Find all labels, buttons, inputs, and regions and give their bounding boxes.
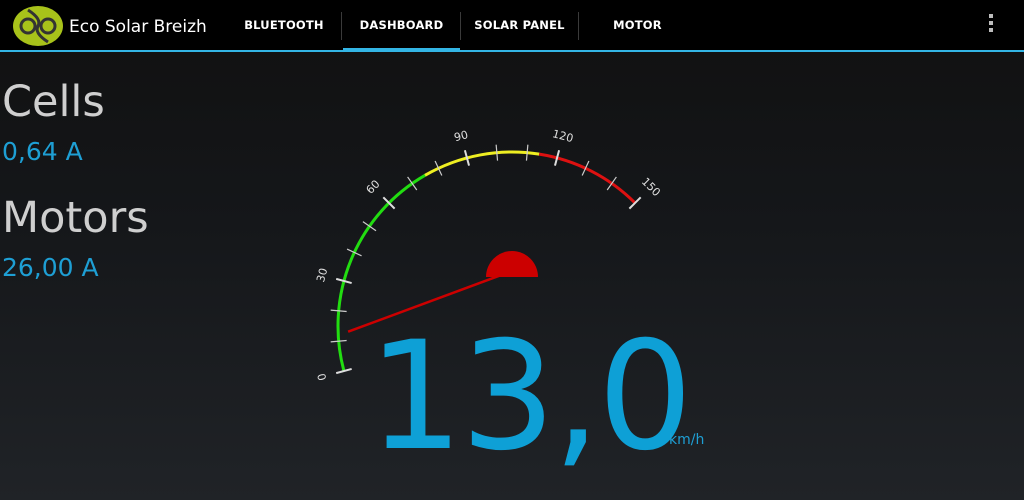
gauge-minor-tick [362,221,377,232]
gauge-tick-label: 30 [314,267,330,284]
gauge-minor-tick [330,339,347,343]
speed-value: 13,0 [368,310,693,484]
gauge-tick-label: 120 [551,127,575,145]
gauge-zone-arc [538,152,637,205]
gauge-zone-arc [424,150,540,177]
gauge-minor-tick [495,144,499,161]
gauge-minor-tick [330,309,347,313]
gauge-tick-label: 150 [639,175,663,199]
gauge-minor-tick [525,144,529,161]
gauge-tick-label: 60 [364,178,383,197]
gauge-minor-tick [407,176,418,191]
gauge-needle-hub [486,251,538,277]
gauge-tick-label: 0 [315,372,329,382]
speed-unit: km/h [669,432,705,448]
gauge-tick-label: 90 [453,128,470,144]
gauge-minor-tick [606,176,617,191]
